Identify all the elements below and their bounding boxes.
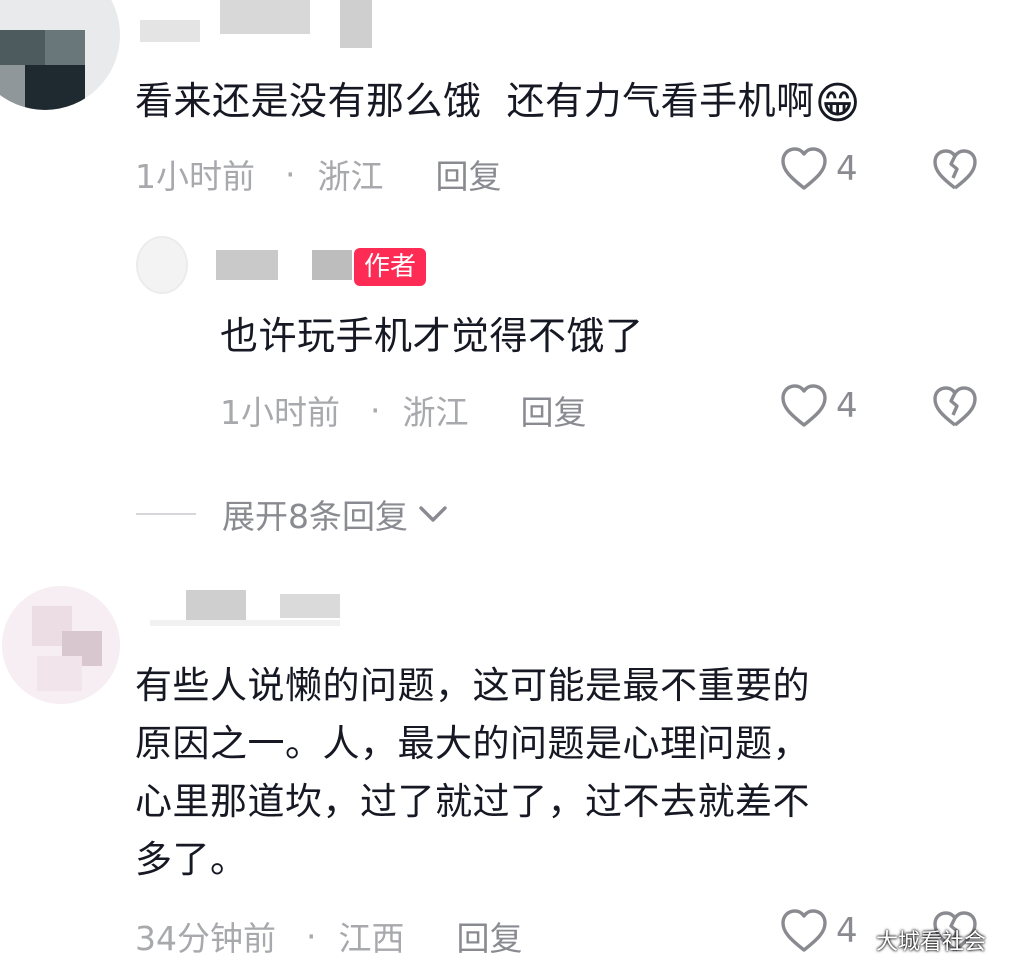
meta-separator: · xyxy=(306,916,317,956)
comment-text: 有些人说懒的问题，这可能是最不重要的 原因之一。人，最大的问题是心理问题， 心里… xyxy=(135,664,810,881)
comment-text: 看来还是没有那么饿 还有力气看手机啊😁 xyxy=(135,78,862,129)
like-count: 4 xyxy=(836,149,858,189)
like-button[interactable]: 4 xyxy=(780,908,858,954)
comment-time: 1小时前 xyxy=(135,157,255,196)
chevron-down-icon xyxy=(419,506,447,522)
meta-separator: · xyxy=(370,390,381,430)
expand-replies-button[interactable]: 展开8条回复 xyxy=(136,490,450,538)
comment-location: 江西 xyxy=(338,919,405,958)
expand-replies-label: 展开8条回复 xyxy=(222,497,408,536)
reply-button[interactable]: 回复 xyxy=(521,386,587,434)
reply-location: 浙江 xyxy=(402,393,469,432)
reply-meta: 1小时前 · 浙江 回复 xyxy=(220,386,587,434)
avatar[interactable] xyxy=(0,0,120,110)
heart-outline-icon xyxy=(781,147,827,190)
broken-heart-icon[interactable] xyxy=(932,148,978,192)
grin-emoji-icon: 😁 xyxy=(814,78,862,129)
reply-button[interactable]: 回复 xyxy=(457,912,523,960)
reply-time: 1小时前 xyxy=(220,393,340,432)
broken-heart-icon[interactable] xyxy=(932,385,978,429)
like-button[interactable]: 4 xyxy=(780,146,858,192)
comment-meta: 34分钟前 · 江西 回复 xyxy=(135,912,523,960)
like-button[interactable]: 4 xyxy=(780,383,858,429)
meta-separator: · xyxy=(285,154,296,194)
avatar[interactable] xyxy=(136,236,188,294)
reply-text: 也许玩手机才觉得不饿了 xyxy=(220,314,644,358)
avatar[interactable] xyxy=(2,586,120,704)
username-obscured[interactable] xyxy=(150,590,350,626)
heart-outline-icon xyxy=(781,384,827,427)
comment-meta: 1小时前 · 浙江 回复 xyxy=(135,150,502,198)
reply-button[interactable]: 回复 xyxy=(436,150,502,198)
username-obscured[interactable] xyxy=(140,0,380,48)
comment-location: 浙江 xyxy=(317,157,384,196)
divider-line xyxy=(136,513,196,515)
like-count: 4 xyxy=(836,911,858,951)
watermark: 大城看社会 xyxy=(876,930,987,955)
comment-time: 34分钟前 xyxy=(135,919,276,958)
heart-outline-icon xyxy=(781,909,827,952)
author-tag: 作者 xyxy=(354,248,427,286)
username-obscured[interactable] xyxy=(216,248,356,280)
like-count: 4 xyxy=(836,386,858,426)
